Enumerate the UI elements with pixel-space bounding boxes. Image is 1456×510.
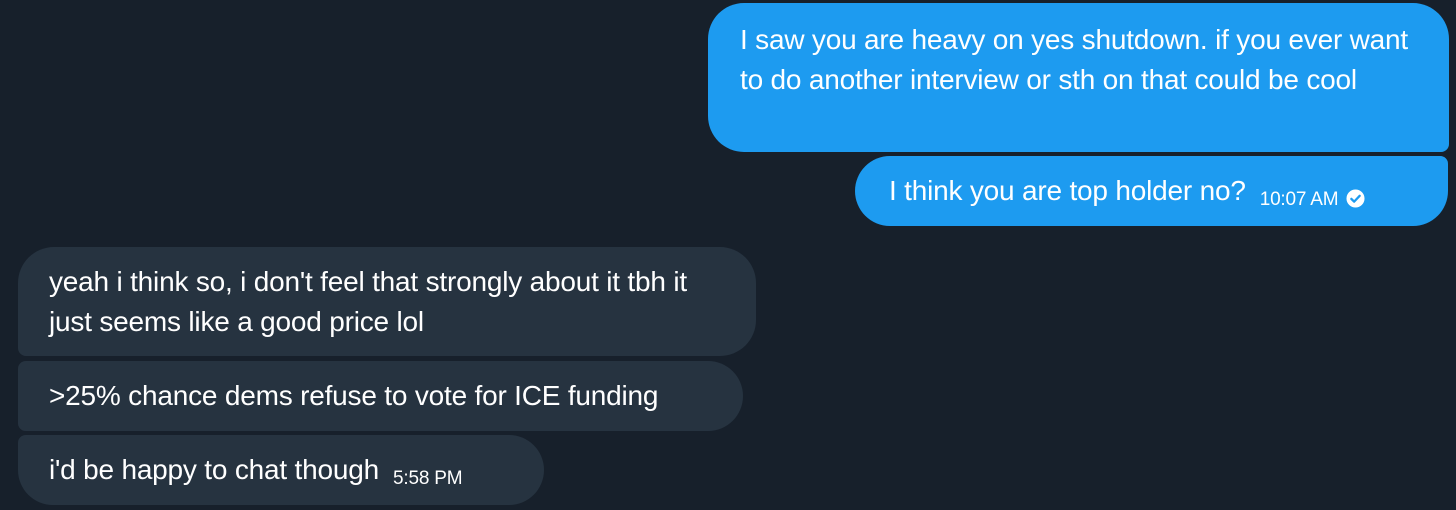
message-text: I saw you are heavy on yes shutdown. if …: [740, 24, 1408, 95]
sent-message-bubble[interactable]: I saw you are heavy on yes shutdown. if …: [708, 3, 1449, 152]
message-text: i'd be happy to chat though: [49, 454, 379, 485]
message-text: yeah i think so, i don't feel that stron…: [49, 266, 687, 337]
message-timestamp: 10:07 AM: [1259, 189, 1339, 210]
received-message-bubble[interactable]: i'd be happy to chat though 5:58 PM: [18, 435, 544, 505]
read-check-icon: [1346, 189, 1365, 208]
received-message-bubble[interactable]: yeah i think so, i don't feel that stron…: [18, 247, 756, 356]
sent-message-bubble[interactable]: I think you are top holder no? 10:07 AM: [855, 156, 1448, 226]
message-meta: 10:07 AM: [1260, 189, 1366, 211]
message-text: >25% chance dems refuse to vote for ICE …: [49, 380, 659, 411]
message-timestamp: 5:58 PM: [393, 468, 463, 489]
received-message-bubble[interactable]: >25% chance dems refuse to vote for ICE …: [18, 361, 743, 431]
message-text: I think you are top holder no?: [889, 175, 1246, 206]
